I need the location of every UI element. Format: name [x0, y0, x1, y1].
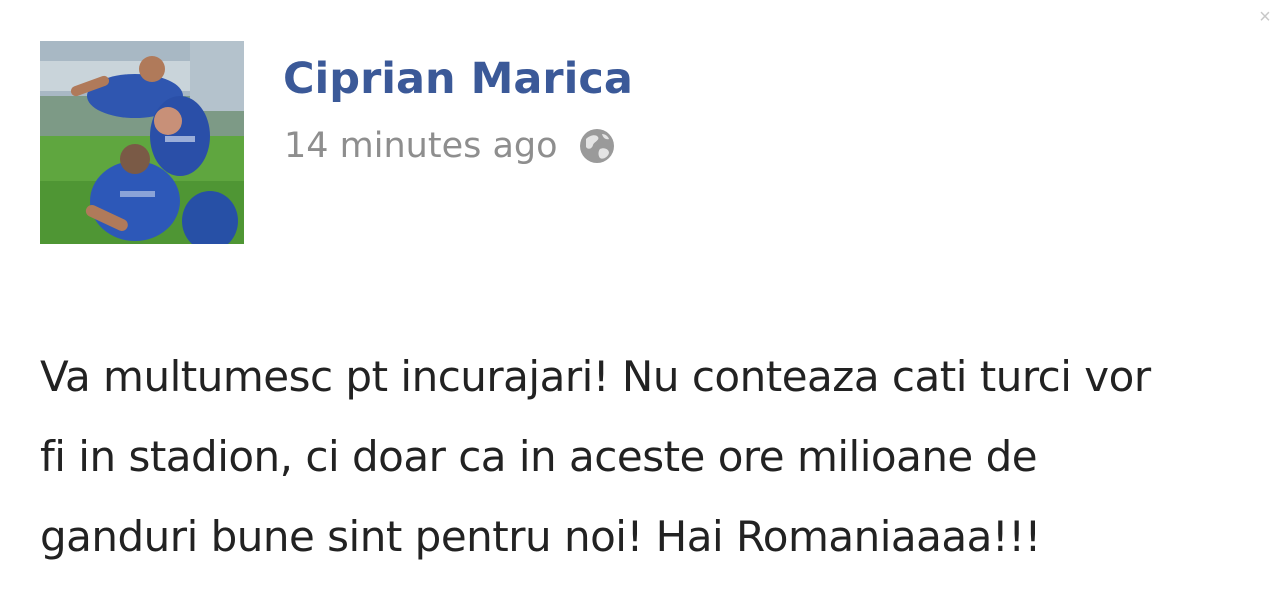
post-timestamp[interactable]: 14 minutes ago [284, 126, 558, 166]
post-message: Va multumesc pt incurajari! Nu conteaza … [40, 352, 1151, 561]
author-avatar[interactable] [40, 41, 244, 244]
post-meta: 14 minutes ago [284, 124, 618, 168]
avatar-photo [40, 41, 244, 244]
close-icon[interactable]: × [1254, 6, 1276, 28]
globe-icon[interactable] [576, 125, 618, 167]
facebook-post: Ciprian Marica 14 minutes ago Va multume… [0, 0, 1280, 606]
author-name-link[interactable]: Ciprian Marica [283, 54, 633, 104]
